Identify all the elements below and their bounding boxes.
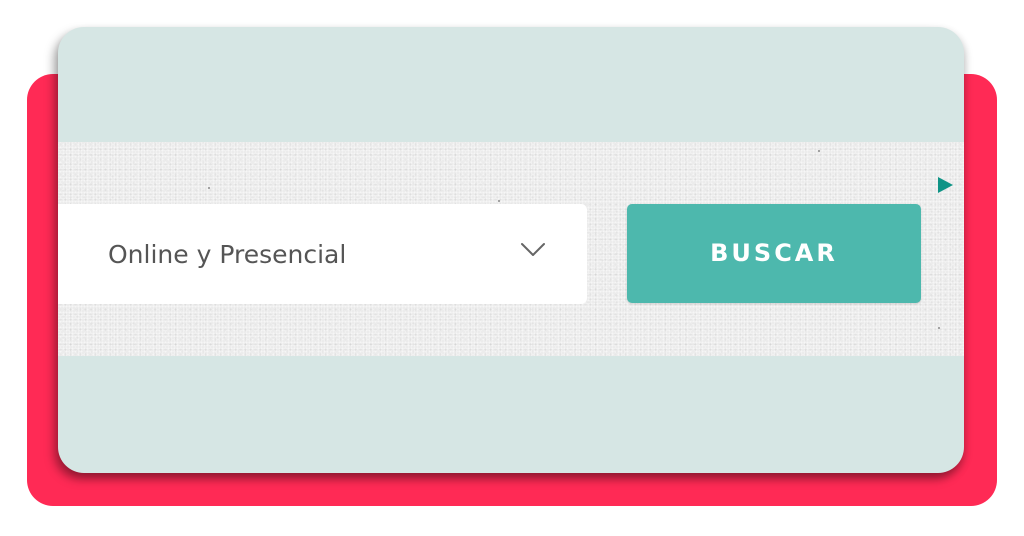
search-button-label: BUSCAR — [710, 238, 838, 267]
modality-select-value: Online y Presencial — [108, 239, 347, 269]
search-card: Online y Presencial BUSCAR — [58, 27, 964, 473]
texture-speck — [498, 200, 500, 202]
screenshot-stage: Online y Presencial BUSCAR — [0, 0, 1024, 536]
chevron-down-icon[interactable] — [520, 242, 546, 258]
texture-speck — [818, 150, 820, 152]
texture-speck — [208, 187, 210, 189]
modality-select[interactable]: Online y Presencial — [58, 204, 587, 304]
texture-speck — [938, 327, 940, 329]
search-button[interactable]: BUSCAR — [627, 204, 921, 303]
play-icon[interactable] — [938, 177, 953, 193]
search-bar: Online y Presencial BUSCAR — [58, 142, 964, 356]
